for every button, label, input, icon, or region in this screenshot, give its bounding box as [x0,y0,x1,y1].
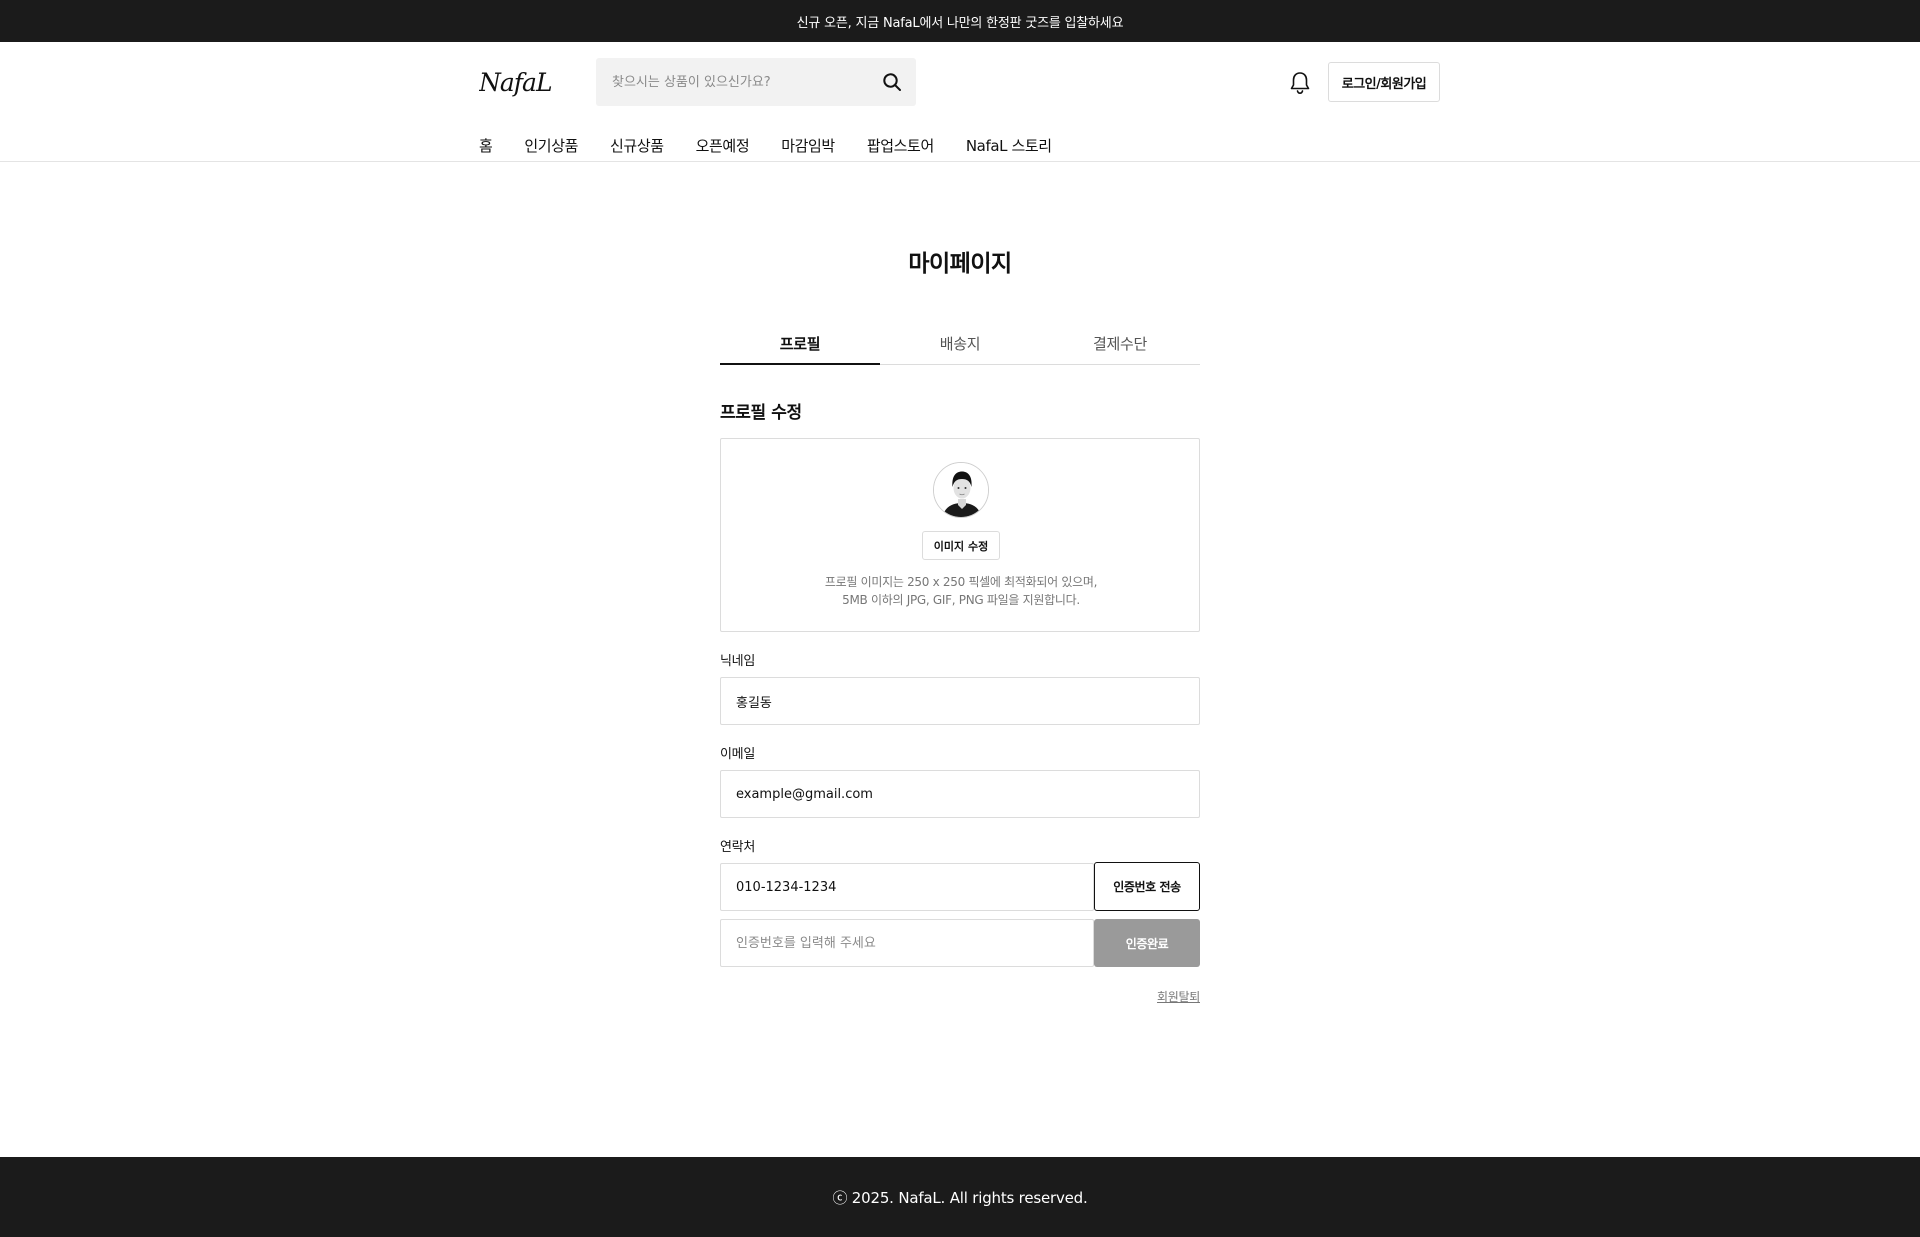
copyright-text: ⓒ 2025. NafaL. All rights reserved. [832,1188,1088,1207]
avatar-image [934,463,988,517]
search-icon [883,73,901,91]
login-signup-button[interactable]: 로그인/회원가입 [1328,62,1440,102]
nav-item-new[interactable]: 신규상품 [610,135,664,156]
nickname-field[interactable] [720,677,1200,725]
avatar [933,462,989,518]
tab-payment-method[interactable]: 결제수단 [1040,326,1200,364]
edit-image-button[interactable]: 이미지 수정 [922,531,1000,560]
svg-text:NafaL: NafaL [479,68,552,97]
search-box [596,58,916,106]
email-label: 이메일 [720,747,755,762]
nickname-label: 닉네임 [720,654,755,669]
nav-item-upcoming[interactable]: 오픈예정 [696,135,750,156]
profile-image-card: 이미지 수정 프로필 이미지는 250 x 250 픽셀에 최적화되어 있으며,… [720,438,1200,632]
profile-edit-title: 프로필 수정 [720,403,802,423]
site-logo[interactable]: NafaL [478,65,567,99]
nav-item-popup-store[interactable]: 팝업스토어 [867,135,934,156]
phone-field[interactable] [720,863,1094,911]
tab-profile[interactable]: 프로필 [720,326,880,365]
verification-code-field[interactable] [720,919,1094,967]
profile-image-help: 프로필 이미지는 250 x 250 픽셀에 최적화되어 있으며, 5MB 이하… [721,573,1201,609]
verify-complete-button[interactable]: 인증완료 [1094,919,1200,967]
site-footer: ⓒ 2025. NafaL. All rights reserved. [0,1157,1920,1237]
nafal-logo-icon: NafaL [478,68,553,97]
profile-help-line-1: 프로필 이미지는 250 x 250 픽셀에 최적화되어 있으며, [824,575,1098,589]
site-header: NafaL 로그인/회원가입 홈 인기상품 신규상품 오픈예정 마감임박 팝업스… [0,42,1920,162]
bell-icon [1290,72,1310,95]
send-verification-code-button[interactable]: 인증번호 전송 [1094,862,1200,911]
nav-item-closing-soon[interactable]: 마감임박 [781,135,835,156]
email-field[interactable] [720,770,1200,818]
search-input[interactable] [612,58,872,106]
phone-label: 연락처 [720,840,755,855]
tab-shipping-address[interactable]: 배송지 [880,326,1040,364]
page-title: 마이페이지 [908,251,1012,277]
banner-text: 신규 오픈, 지금 NafaL에서 나만의 한정판 굿즈를 입찰하세요 [796,15,1124,31]
nav-item-popular[interactable]: 인기상품 [524,135,578,156]
mypage-tabs: 프로필 배송지 결제수단 [720,326,1200,365]
nav-item-story[interactable]: NafaL 스토리 [966,135,1052,156]
search-button[interactable] [872,62,912,102]
top-announcement-banner: 신규 오픈, 지금 NafaL에서 나만의 한정판 굿즈를 입찰하세요 [0,0,1920,42]
withdraw-membership-link[interactable]: 회원탈퇴 [1100,988,1200,1005]
notification-button[interactable] [1286,68,1314,98]
nav-item-home[interactable]: 홈 [479,135,493,156]
main-nav: 홈 인기상품 신규상품 오픈예정 마감임박 팝업스토어 NafaL 스토리 [479,128,1084,162]
profile-help-line-2: 5MB 이하의 JPG, GIF, PNG 파일을 지원합니다. [842,593,1080,607]
